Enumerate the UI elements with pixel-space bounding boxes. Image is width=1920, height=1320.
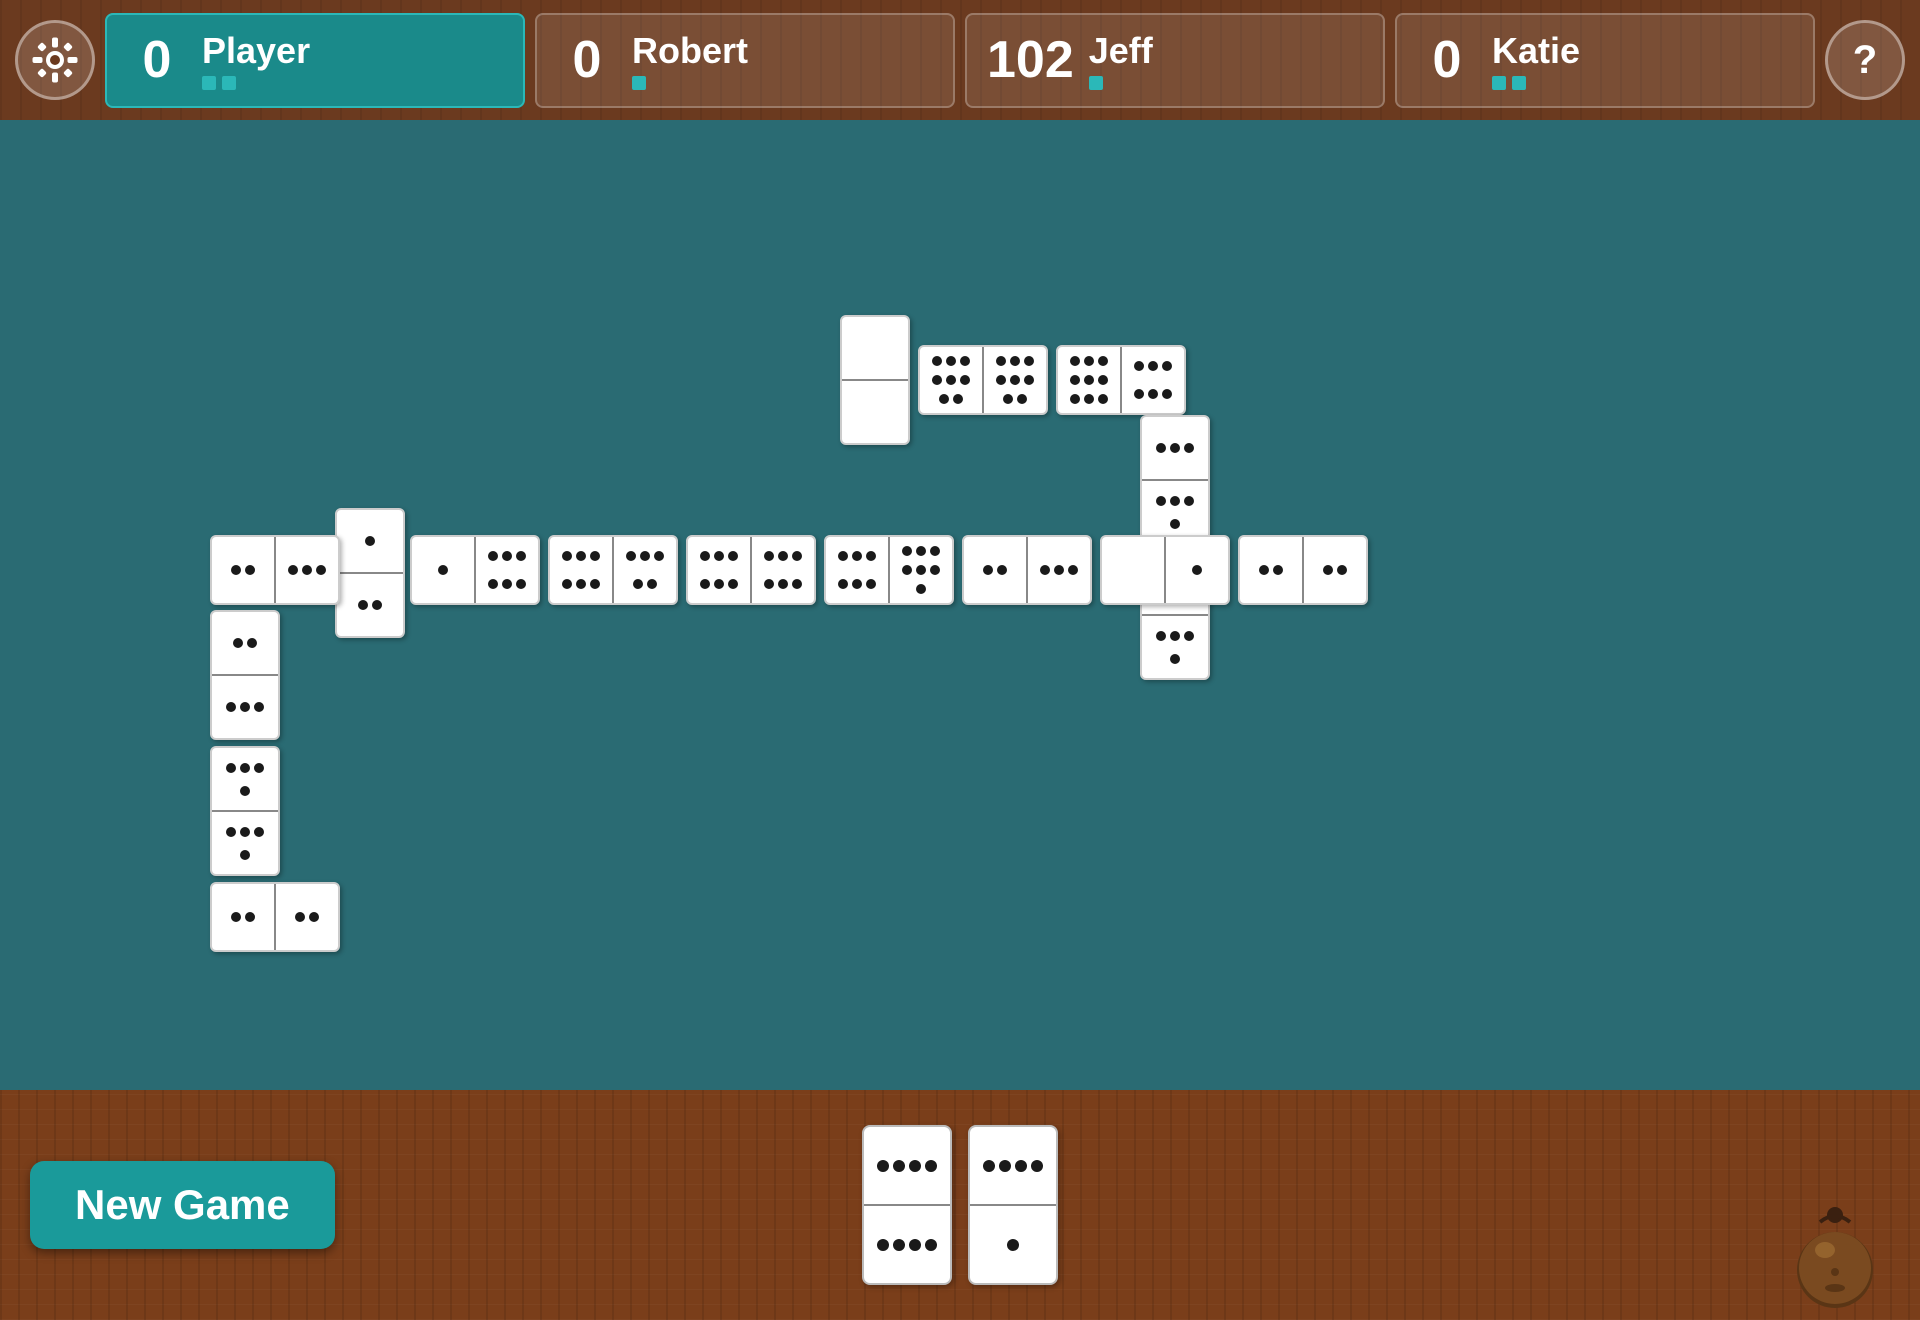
robert-score: 0 <box>557 30 617 90</box>
domino-v-right1[interactable] <box>1140 415 1210 545</box>
katie-score: 0 <box>1417 30 1477 90</box>
game-board <box>0 120 1920 1090</box>
domino-top-center[interactable] <box>840 315 910 445</box>
settings-button[interactable] <box>15 20 95 100</box>
player-name: Player <box>202 30 310 72</box>
domino-h1[interactable] <box>918 345 1048 415</box>
domino-ml2[interactable] <box>410 535 540 605</box>
domino-h2[interactable] <box>1056 345 1186 415</box>
domino-ml3[interactable] <box>548 535 678 605</box>
player-card-jeff: 102 Jeff <box>965 13 1385 108</box>
new-game-button[interactable]: New Game <box>30 1161 335 1249</box>
player-card-katie: 0 Katie <box>1395 13 1815 108</box>
domino-ml7[interactable] <box>1100 535 1230 605</box>
robert-name: Robert <box>632 30 748 72</box>
help-button[interactable]: ? <box>1825 20 1905 100</box>
bottom-bar: New Game <box>0 1090 1920 1320</box>
domino-down1[interactable] <box>210 610 280 740</box>
bag-icon[interactable] <box>1790 1200 1880 1300</box>
player-hand <box>854 1125 1066 1285</box>
domino-ml5[interactable] <box>824 535 954 605</box>
player-bars <box>202 76 310 90</box>
hand-domino-1[interactable] <box>862 1125 952 1285</box>
header: 0 Player 0 Robert 102 Jeff 0 Katie <box>0 0 1920 120</box>
jeff-score: 102 <box>987 30 1074 90</box>
jeff-name: Jeff <box>1089 30 1153 72</box>
domino-ml1[interactable] <box>210 535 340 605</box>
domino-left-v[interactable] <box>335 508 405 638</box>
player-card-robert: 0 Robert <box>535 13 955 108</box>
domino-ml4[interactable] <box>686 535 816 605</box>
player-score: 0 <box>127 30 187 90</box>
domino-bottom-left[interactable] <box>210 882 340 952</box>
domino-down2[interactable] <box>210 746 280 876</box>
domino-ml6[interactable] <box>962 535 1092 605</box>
domino-mr1[interactable] <box>1238 535 1368 605</box>
katie-name: Katie <box>1492 30 1580 72</box>
player-card-player: 0 Player <box>105 13 525 108</box>
hand-domino-2[interactable] <box>968 1125 1058 1285</box>
